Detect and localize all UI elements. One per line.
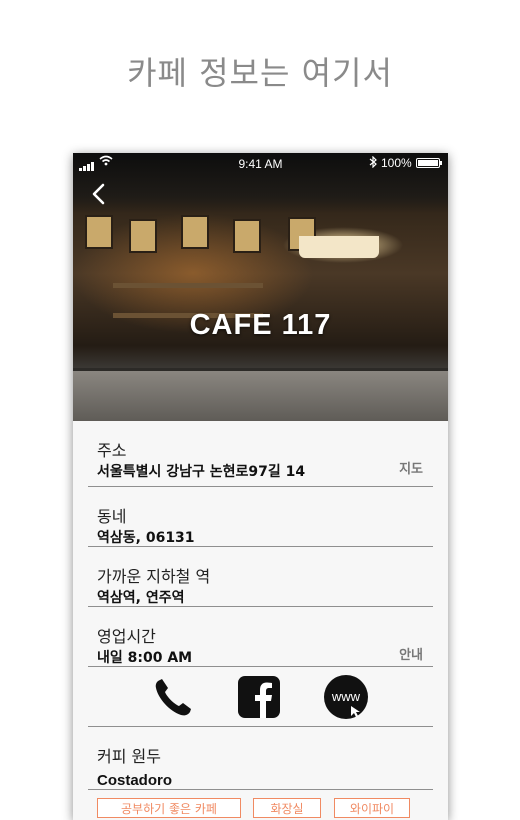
hours-info-link[interactable]: 안내 bbox=[399, 644, 423, 663]
coffee-bean-label: 커피 원두 bbox=[97, 747, 161, 766]
coffee-bean-value: Costadoro bbox=[97, 772, 172, 789]
svg-text:www: www bbox=[331, 689, 361, 704]
address-label: 주소 bbox=[97, 441, 127, 460]
battery-percent: 100% bbox=[381, 156, 412, 170]
neighborhood-value: 역삼동, 06131 bbox=[97, 530, 195, 546]
hours-value: 내일 8:00 AM bbox=[97, 650, 193, 666]
hours-row: 영업시간 내일 8:00 AM 안내 bbox=[88, 607, 433, 667]
phone-icon[interactable] bbox=[151, 674, 197, 720]
cafe-name: CAFE 117 bbox=[189, 309, 332, 341]
wall-frame bbox=[85, 215, 113, 249]
www-icon[interactable]: www bbox=[323, 674, 369, 720]
page-headline: 카페 정보는 여기서 bbox=[127, 54, 393, 92]
wall-frame bbox=[181, 215, 209, 249]
coffee-bean-row: 커피 원두 Costadoro bbox=[88, 727, 433, 790]
bluetooth-icon bbox=[369, 155, 377, 171]
status-bar: 9:41 AM 100% bbox=[73, 153, 448, 173]
cafe-hero-image: 9:41 AM 100% CAFE 117 bbox=[73, 153, 448, 421]
phone-screen: 9:41 AM 100% CAFE 117 주소 서울특별시 강남구 논현로97… bbox=[73, 153, 448, 820]
neighborhood-row: 동네 역삼동, 06131 bbox=[88, 487, 433, 547]
subway-value: 역삼역, 연주역 bbox=[97, 590, 185, 606]
wall-frame bbox=[129, 219, 157, 253]
wall-frame bbox=[233, 219, 261, 253]
pendant-lamp bbox=[299, 236, 379, 258]
counter bbox=[73, 371, 448, 421]
tag-wifi[interactable]: 와이파이 bbox=[334, 798, 410, 818]
tag-study-cafe[interactable]: 공부하기 좋은 카페 bbox=[97, 798, 241, 818]
subway-label: 가까운 지하철 역 bbox=[97, 567, 211, 586]
map-link[interactable]: 지도 bbox=[399, 458, 423, 477]
cafe-info-list: 주소 서울특별시 강남구 논현로97길 14 지도 동네 역삼동, 06131 … bbox=[88, 421, 433, 790]
back-arrow-icon[interactable] bbox=[89, 183, 111, 205]
address-value: 서울특별시 강남구 논현로97길 14 bbox=[97, 464, 306, 480]
address-row: 주소 서울특별시 강남구 논현로97길 14 지도 bbox=[88, 421, 433, 487]
hours-label: 영업시간 bbox=[97, 627, 156, 646]
tag-restroom[interactable]: 화장실 bbox=[253, 798, 321, 818]
shelf bbox=[113, 283, 263, 288]
neighborhood-label: 동네 bbox=[97, 507, 127, 526]
contact-icons-row: www bbox=[88, 667, 433, 727]
subway-row: 가까운 지하철 역 역삼역, 연주역 bbox=[88, 547, 433, 607]
facebook-icon[interactable] bbox=[236, 674, 282, 720]
battery-icon bbox=[416, 158, 442, 168]
